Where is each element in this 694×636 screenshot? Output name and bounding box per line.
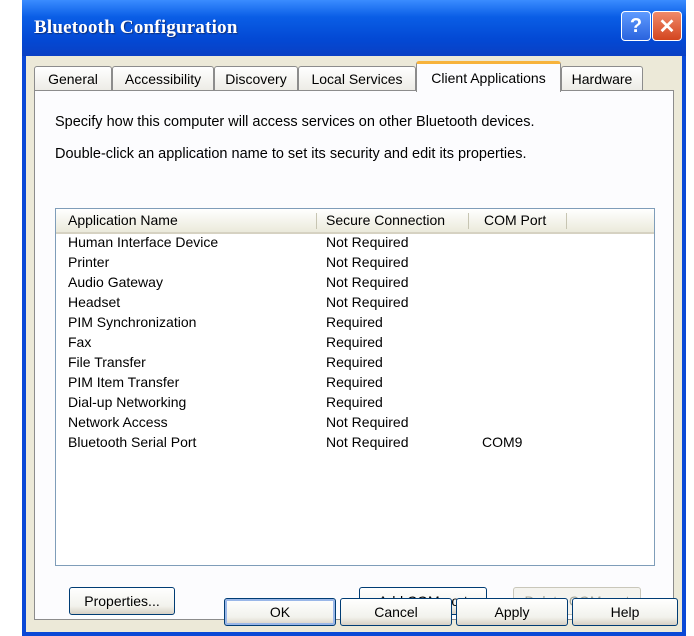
com-port-value: COM9 — [482, 434, 523, 450]
tab-discovery[interactable]: Discovery — [214, 66, 298, 91]
instruction-text-2: Double-click an application name to set … — [55, 146, 527, 162]
application-name: Network Access — [68, 414, 168, 430]
close-icon[interactable]: ✕ — [652, 11, 682, 41]
applications-list[interactable]: Application Name Secure Connection COM P… — [55, 208, 655, 566]
application-name: Headset — [68, 294, 121, 310]
tab-client-applications[interactable]: Client Applications — [416, 61, 561, 92]
list-item[interactable]: Printer Not Required — [56, 253, 654, 273]
application-name: Fax — [68, 334, 92, 350]
ok-button[interactable]: OK — [224, 598, 336, 626]
list-item[interactable]: PIM Synchronization Required — [56, 313, 654, 333]
list-item[interactable]: PIM Item Transfer Required — [56, 373, 654, 393]
secure-connection-value: Not Required — [326, 414, 409, 430]
list-item[interactable]: Audio Gateway Not Required — [56, 273, 654, 293]
application-name: PIM Item Transfer — [68, 374, 180, 390]
help-icon[interactable]: ? — [621, 11, 651, 41]
secure-connection-value: Not Required — [326, 254, 409, 270]
secure-connection-value: Required — [326, 374, 383, 390]
tab-hardware[interactable]: Hardware — [561, 66, 643, 91]
application-name: Human Interface Device — [68, 234, 219, 250]
list-item[interactable]: Dial-up Networking Required — [56, 393, 654, 413]
secure-connection-value: Required — [326, 354, 383, 370]
window-title: Bluetooth Configuration — [34, 17, 238, 38]
apply-button[interactable]: Apply — [456, 598, 568, 626]
secure-connection-value: Not Required — [326, 434, 409, 450]
column-header-com-port[interactable]: COM Port — [484, 212, 546, 228]
application-name: Audio Gateway — [68, 274, 163, 290]
secure-connection-value: Not Required — [326, 274, 409, 290]
secure-connection-value: Not Required — [326, 294, 409, 310]
list-item[interactable]: Bluetooth Serial Port Not Required COM9 — [56, 433, 654, 453]
instruction-text-1: Specify how this computer will access se… — [55, 114, 535, 130]
bluetooth-configuration-window: Bluetooth Configuration ? ✕ General Acce… — [22, 0, 686, 636]
column-header-application-name[interactable]: Application Name — [68, 212, 178, 228]
list-item[interactable]: Headset Not Required — [56, 293, 654, 313]
column-divider[interactable] — [316, 213, 317, 229]
client-applications-panel: Specify how this computer will access se… — [34, 90, 674, 620]
list-item[interactable]: File Transfer Required — [56, 353, 654, 373]
tab-accessibility[interactable]: Accessibility — [112, 66, 214, 91]
column-header-secure-connection[interactable]: Secure Connection — [326, 212, 445, 228]
secure-connection-value: Required — [326, 394, 383, 410]
application-name: File Transfer — [68, 354, 146, 370]
application-name: Bluetooth Serial Port — [68, 434, 197, 450]
list-item[interactable]: Human Interface Device Not Required — [56, 233, 654, 253]
application-name: Dial-up Networking — [68, 394, 187, 410]
dialog-client-area: General Accessibility Discovery Local Se… — [26, 56, 682, 632]
cancel-button[interactable]: Cancel — [340, 598, 452, 626]
help-button[interactable]: Help — [572, 598, 678, 626]
tab-general[interactable]: General — [34, 66, 112, 91]
secure-connection-value: Required — [326, 334, 383, 350]
list-header: Application Name Secure Connection COM P… — [56, 209, 654, 234]
tab-local-services[interactable]: Local Services — [298, 66, 416, 91]
list-item[interactable]: Fax Required — [56, 333, 654, 353]
title-bar[interactable]: Bluetooth Configuration ? ✕ — [22, 0, 686, 56]
application-name: PIM Synchronization — [68, 314, 197, 330]
column-divider[interactable] — [566, 213, 567, 229]
column-divider[interactable] — [468, 213, 469, 229]
properties-button[interactable]: Properties... — [69, 587, 175, 615]
application-name: Printer — [68, 254, 110, 270]
secure-connection-value: Required — [326, 314, 383, 330]
secure-connection-value: Not Required — [326, 234, 409, 250]
list-item[interactable]: Network Access Not Required — [56, 413, 654, 433]
